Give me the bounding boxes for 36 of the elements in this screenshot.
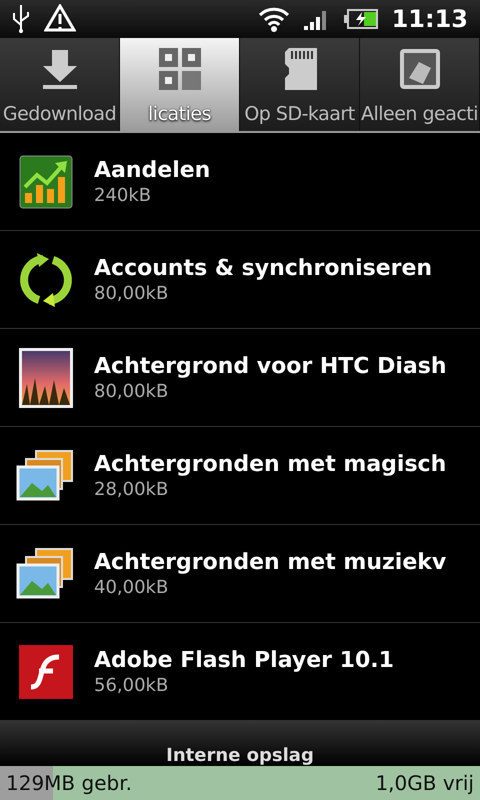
wallpaper-icon: [19, 348, 73, 408]
storage-used-text: 129MB gebr.: [6, 771, 132, 795]
grid-icon: [158, 48, 200, 90]
tab[interactable]: Op SD-kaart: [240, 38, 360, 131]
flash-player-icon: [19, 644, 73, 698]
photo-stack-icon: [16, 448, 76, 502]
app-size: 56,00kB: [94, 674, 170, 696]
sync-icon: [17, 250, 75, 308]
battery-icon: [344, 8, 378, 29]
app-row[interactable]: Achtergronden met muziekv 40,00kB: [0, 525, 480, 623]
app-name: Achtergrond voor HTC Diash: [94, 354, 447, 378]
app-size: 28,00kB: [94, 478, 170, 500]
usb-icon: [12, 4, 30, 33]
wifi-icon: [258, 6, 290, 32]
app-name: Accounts & synchroniseren: [94, 256, 432, 280]
app-row[interactable]: Achtergrond voor HTC Diash 80,00kB: [0, 329, 480, 427]
storage-title: Interne opslag: [0, 721, 480, 766]
stock-chart-icon: [19, 154, 73, 208]
app-name: Achtergronden met muziekv: [94, 550, 446, 574]
app-row[interactable]: Aandelen 240kB: [0, 133, 480, 231]
tab[interactable]: Alleen geacti: [360, 38, 480, 131]
app-size: 40,00kB: [94, 576, 170, 598]
tab[interactable]: Gedownload: [0, 38, 120, 131]
photo-stack-icon: [16, 546, 76, 600]
app-size: 80,00kB: [94, 380, 170, 402]
storage-free-text: 1,0GB vrij: [375, 771, 474, 795]
clock-time: 11:13: [392, 4, 468, 33]
sd-card-icon: [282, 48, 316, 90]
app-name: Aandelen: [94, 158, 210, 182]
app-name: Achtergronden met magisch: [94, 452, 446, 476]
app-size: 80,00kB: [94, 282, 170, 304]
app-row[interactable]: Achtergronden met magisch 28,00kB: [0, 427, 480, 525]
app-name: Adobe Flash Player 10.1: [94, 648, 394, 672]
app-row[interactable]: Accounts & synchroniseren 80,00kB: [0, 231, 480, 329]
warning-icon: [44, 4, 76, 34]
app-size: 240kB: [94, 184, 152, 206]
